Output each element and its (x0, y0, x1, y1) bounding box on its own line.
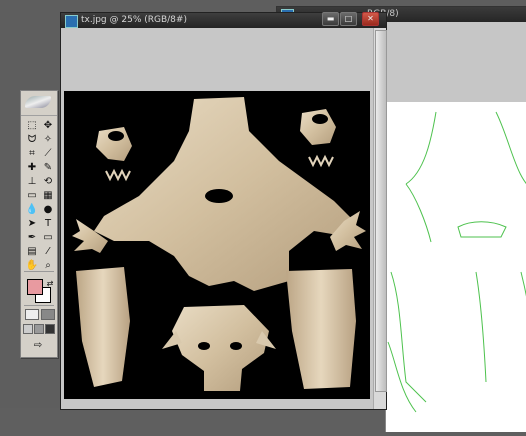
document-title: tx.jpg @ 25% (RGB/8#) (81, 15, 187, 25)
screen-mode-menu-icon[interactable] (34, 324, 44, 334)
eraser-tool-icon[interactable]: ▭ (25, 189, 39, 202)
quick-mask-mode-icon[interactable] (41, 309, 55, 320)
standard-mode-icon[interactable] (25, 309, 39, 320)
maximize-button[interactable]: □ (340, 12, 357, 26)
document-window[interactable]: tx.jpg @ 25% (RGB/8#) (60, 12, 387, 410)
type-tool-icon[interactable]: T (41, 217, 55, 230)
blur-tool-icon[interactable]: 💧 (25, 203, 39, 216)
photoshop-feather-icon (25, 96, 51, 108)
jump-to-imageready-icon[interactable]: ⇨ (31, 339, 45, 352)
stamp-tool-icon[interactable]: ⊥ (25, 175, 39, 188)
uv-texture-map-image (72, 97, 366, 391)
history-brush-icon[interactable]: ⟲ (41, 175, 55, 188)
document-canvas-area[interactable] (61, 28, 373, 409)
dodge-tool-icon[interactable]: ● (41, 203, 55, 216)
uv-wireframe-outline (387, 111, 526, 413)
shape-tool-icon[interactable]: ▭ (41, 231, 55, 244)
marquee-tool-icon[interactable]: ⬚ (25, 119, 39, 132)
tools-palette: ⬚ ✥ ᗢ ✧ ⌗ ⟋ ✚ ✎ ⊥ ⟲ ▭ ▦ 💧 ● ➤ T ✒ ▭ ▤ ⁄ ✋ ⌕ ⇄ ⇨ (20, 90, 58, 358)
minimize-button[interactable]: ▬ (322, 12, 339, 26)
tool-separator (24, 271, 54, 272)
path-select-icon[interactable]: ➤ (25, 217, 39, 230)
tool-separator (24, 305, 54, 306)
eyedropper-tool-icon[interactable]: ⁄ (41, 245, 55, 258)
move-tool-icon[interactable]: ✥ (41, 119, 55, 132)
screen-mode-standard-icon[interactable] (23, 324, 33, 334)
scrollbar-thumb[interactable] (375, 30, 387, 392)
tools-palette-header[interactable] (21, 91, 57, 116)
background-uv-wireframe-canvas[interactable] (385, 102, 526, 432)
texture-canvas[interactable] (64, 91, 370, 399)
close-button[interactable]: ✕ (362, 12, 379, 26)
pen-tool-icon[interactable]: ✒ (25, 231, 39, 244)
swap-colors-icon[interactable]: ⇄ (43, 277, 57, 290)
vertical-scrollbar[interactable] (373, 28, 387, 409)
screen-mode-full-icon[interactable] (45, 324, 55, 334)
healing-tool-icon[interactable]: ✚ (25, 161, 39, 174)
notes-tool-icon[interactable]: ▤ (25, 245, 39, 258)
crop-tool-icon[interactable]: ⌗ (25, 147, 39, 160)
slice-tool-icon[interactable]: ⟋ (41, 147, 55, 160)
magic-wand-tool-icon[interactable]: ✧ (41, 133, 55, 146)
brush-tool-icon[interactable]: ✎ (41, 161, 55, 174)
foreground-color-swatch[interactable] (27, 279, 43, 295)
photoshop-doc-icon (65, 15, 78, 28)
gradient-tool-icon[interactable]: ▦ (41, 189, 55, 202)
lasso-tool-icon[interactable]: ᗢ (25, 133, 39, 146)
photoshop-workspace: RGB/8) (0, 0, 526, 432)
